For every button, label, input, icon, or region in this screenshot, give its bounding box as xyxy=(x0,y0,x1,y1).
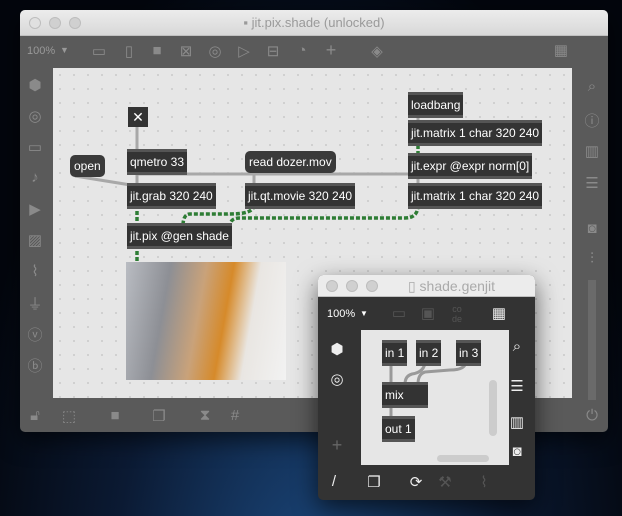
in2-object[interactable]: in 2 xyxy=(416,340,442,366)
gen-patch-cords xyxy=(389,360,468,418)
in1-object[interactable]: in 1 xyxy=(382,340,408,366)
in3-object[interactable]: in 3 xyxy=(456,340,482,366)
mix-object[interactable]: mix xyxy=(382,382,428,408)
out1-object[interactable]: out 1 xyxy=(382,416,415,442)
